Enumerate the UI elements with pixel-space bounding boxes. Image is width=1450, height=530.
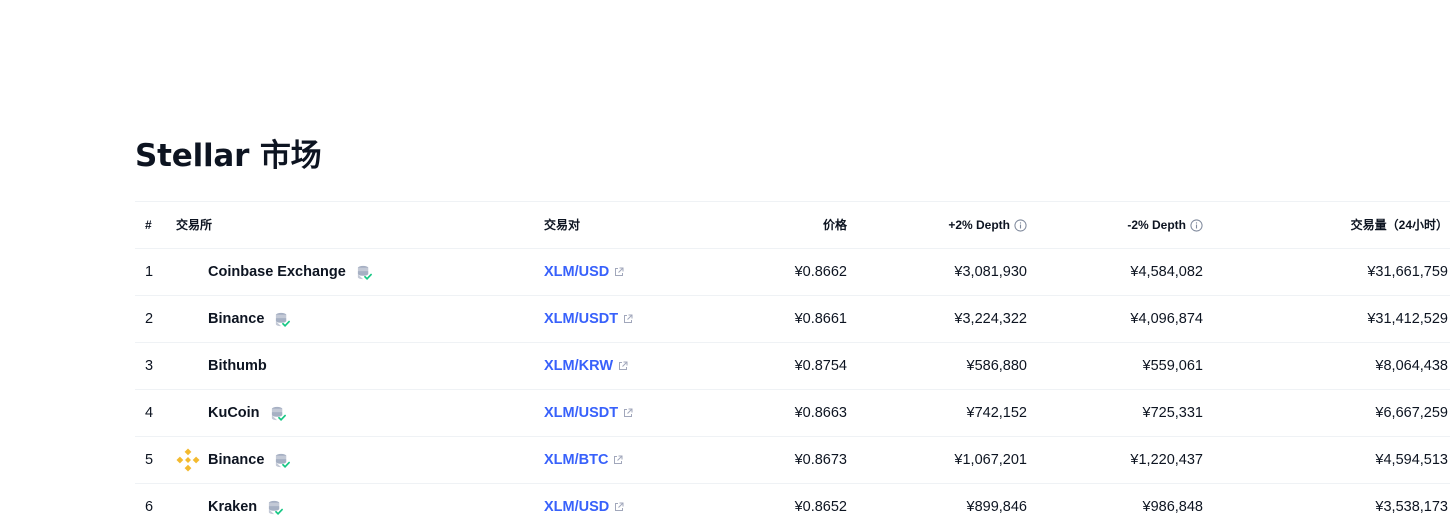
- table-row[interactable]: 6 Kraken XLM/USD ¥0.8652 ¥899,846 ¥986,848 ¥3,…: [135, 483, 1450, 530]
- header-minus-depth[interactable]: -2% Depth: [1127, 202, 1203, 248]
- table-header-row: # 交易所 交易对 价格 +2% Depth -2% Depth 交易量（24小…: [135, 201, 1450, 248]
- price-cell: ¥0.8661: [794, 311, 847, 327]
- external-link-icon[interactable]: [618, 361, 628, 371]
- exchange-cell[interactable]: Kraken: [208, 484, 284, 530]
- verified-reserves-icon[interactable]: [356, 264, 373, 281]
- header-plus-depth[interactable]: +2% Depth: [948, 202, 1027, 248]
- rank-cell: 3: [145, 358, 154, 374]
- exchange-cell[interactable]: Bithumb: [208, 343, 267, 389]
- table-body: 1 Coinbase Exchange XLM/USD ¥0.8662 ¥3,081,9…: [135, 248, 1450, 530]
- header-volume[interactable]: 交易量（24小时）: [1351, 202, 1448, 248]
- volume-cell: ¥4,594,513: [1375, 452, 1448, 468]
- external-link-icon[interactable]: [623, 408, 633, 418]
- header-exchange[interactable]: 交易所: [176, 202, 212, 248]
- binance-logo: [176, 448, 200, 472]
- minus-depth-cell: ¥1,220,437: [1130, 452, 1203, 468]
- pair-cell: XLM/USDT: [544, 390, 633, 436]
- pair-cell: XLM/USDT: [544, 296, 633, 342]
- plus-depth-cell: ¥899,846: [966, 499, 1027, 515]
- header-minus-depth-label: -2% Depth: [1127, 218, 1186, 232]
- rank-cell: 4: [145, 405, 154, 421]
- table-row[interactable]: 3 Bithumb XLM/KRW ¥0.8754 ¥586,880 ¥559,061 ¥8…: [135, 342, 1450, 389]
- exchange-name[interactable]: Coinbase Exchange: [208, 249, 346, 295]
- plus-depth-cell: ¥742,152: [966, 405, 1027, 421]
- exchange-name[interactable]: Bithumb: [208, 343, 267, 389]
- pair-link[interactable]: XLM/USDT: [544, 296, 618, 342]
- exchange-name[interactable]: Kraken: [208, 484, 257, 530]
- minus-depth-cell: ¥4,096,874: [1130, 311, 1203, 327]
- volume-cell: ¥31,661,759: [1367, 264, 1448, 280]
- verified-reserves-icon[interactable]: [267, 499, 284, 516]
- verified-reserves-icon[interactable]: [270, 405, 287, 422]
- pair-link[interactable]: XLM/BTC: [544, 437, 608, 483]
- minus-depth-cell: ¥986,848: [1142, 499, 1203, 515]
- rank-cell: 6: [145, 499, 154, 515]
- header-price[interactable]: 价格: [823, 202, 847, 248]
- exchange-cell[interactable]: Binance: [208, 437, 291, 483]
- price-cell: ¥0.8663: [794, 405, 847, 421]
- exchange-name[interactable]: KuCoin: [208, 390, 260, 436]
- rank-cell: 5: [145, 452, 154, 468]
- table-row[interactable]: 4 KuCoin XLM/USDT ¥0.8663 ¥742,152 ¥725,331 ¥6…: [135, 389, 1450, 436]
- external-link-icon[interactable]: [614, 267, 624, 277]
- header-rank[interactable]: #: [145, 202, 152, 248]
- external-link-icon[interactable]: [613, 455, 623, 465]
- volume-cell: ¥31,412,529: [1367, 311, 1448, 327]
- plus-depth-cell: ¥3,081,930: [954, 264, 1027, 280]
- pair-link[interactable]: XLM/USD: [544, 484, 609, 530]
- price-cell: ¥0.8754: [794, 358, 847, 374]
- verified-reserves-icon[interactable]: [274, 311, 291, 328]
- external-link-icon[interactable]: [623, 314, 633, 324]
- minus-depth-cell: ¥559,061: [1142, 358, 1203, 374]
- rank-cell: 1: [145, 264, 154, 280]
- external-link-icon[interactable]: [614, 502, 624, 512]
- minus-depth-cell: ¥4,584,082: [1130, 264, 1203, 280]
- info-icon[interactable]: [1014, 218, 1027, 232]
- pair-link[interactable]: XLM/KRW: [544, 343, 613, 389]
- page-title: Stellar 市场: [135, 138, 322, 174]
- price-cell: ¥0.8662: [794, 264, 847, 280]
- plus-depth-cell: ¥1,067,201: [954, 452, 1027, 468]
- exchange-name[interactable]: Binance: [208, 437, 264, 483]
- markets-table: # 交易所 交易对 价格 +2% Depth -2% Depth 交易量（24小…: [135, 201, 1450, 530]
- plus-depth-cell: ¥586,880: [966, 358, 1027, 374]
- pair-cell: XLM/KRW: [544, 343, 628, 389]
- exchange-cell[interactable]: KuCoin: [208, 390, 287, 436]
- price-cell: ¥0.8652: [794, 499, 847, 515]
- info-icon[interactable]: [1190, 218, 1203, 232]
- rank-cell: 2: [145, 311, 154, 327]
- exchange-cell[interactable]: Binance: [208, 296, 291, 342]
- table-row[interactable]: 1 Coinbase Exchange XLM/USD ¥0.8662 ¥3,081,9…: [135, 248, 1450, 295]
- pair-cell: XLM/USD: [544, 249, 624, 295]
- volume-cell: ¥8,064,438: [1375, 358, 1448, 374]
- header-plus-depth-label: +2% Depth: [948, 218, 1010, 232]
- plus-depth-cell: ¥3,224,322: [954, 311, 1027, 327]
- pair-link[interactable]: XLM/USD: [544, 249, 609, 295]
- verified-reserves-icon[interactable]: [274, 452, 291, 469]
- price-cell: ¥0.8673: [794, 452, 847, 468]
- pair-cell: XLM/USD: [544, 484, 624, 530]
- volume-cell: ¥3,538,173: [1375, 499, 1448, 515]
- header-pair[interactable]: 交易对: [544, 202, 580, 248]
- pair-cell: XLM/BTC: [544, 437, 623, 483]
- minus-depth-cell: ¥725,331: [1142, 405, 1203, 421]
- volume-cell: ¥6,667,259: [1375, 405, 1448, 421]
- pair-link[interactable]: XLM/USDT: [544, 390, 618, 436]
- exchange-cell[interactable]: Coinbase Exchange: [208, 249, 373, 295]
- table-row[interactable]: 2 Binance XLM/USDT ¥0.8661 ¥3,224,322 ¥4,096,…: [135, 295, 1450, 342]
- exchange-name[interactable]: Binance: [208, 296, 264, 342]
- table-row[interactable]: 5 Binance XLM/BTC ¥0.8673 ¥1,067,201 ¥1,220,4…: [135, 436, 1450, 483]
